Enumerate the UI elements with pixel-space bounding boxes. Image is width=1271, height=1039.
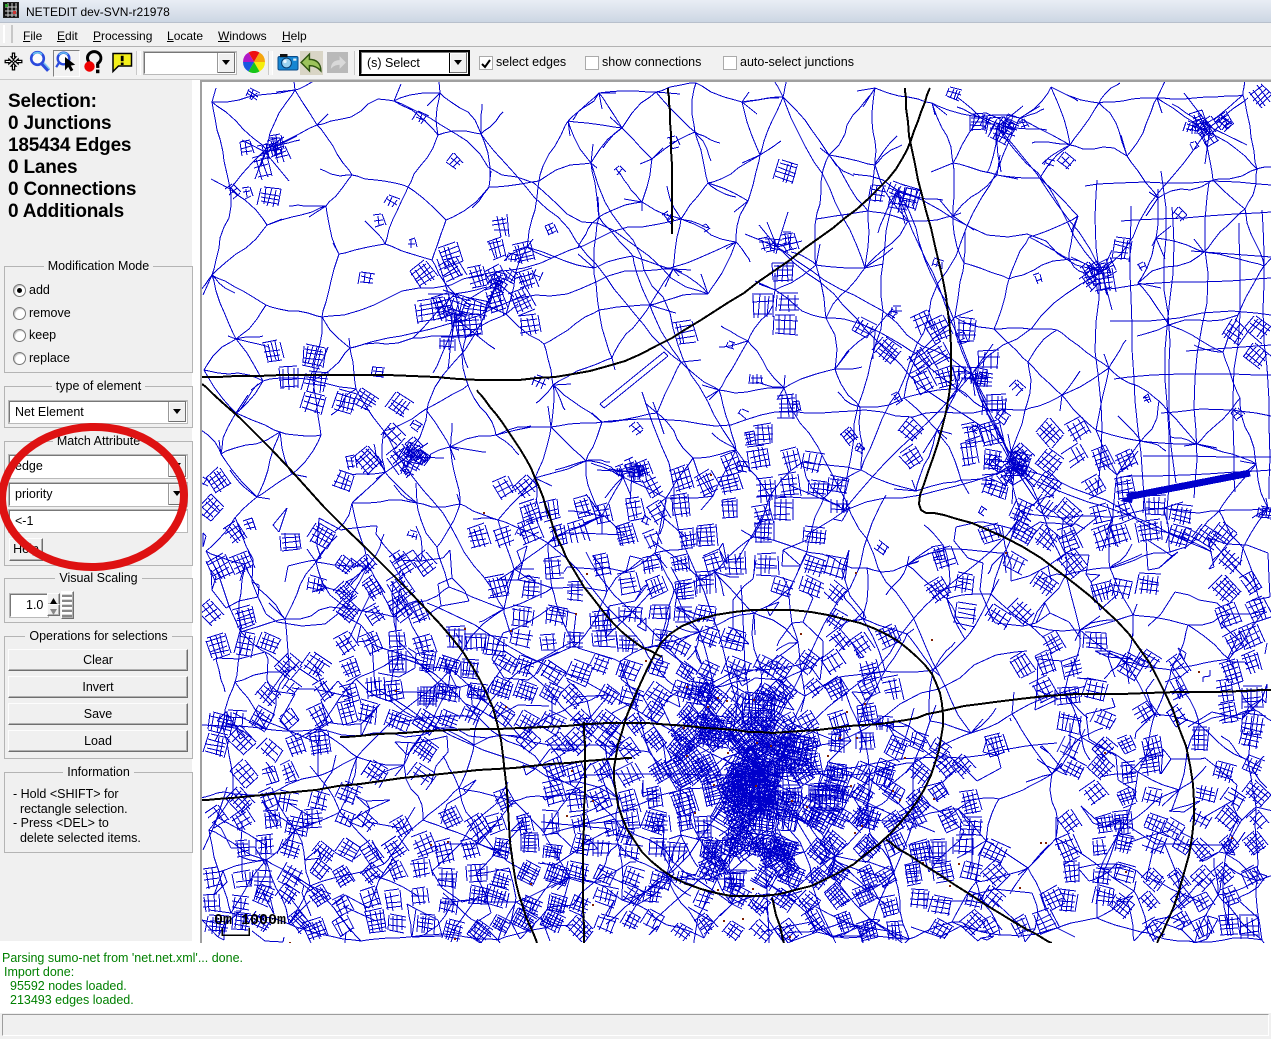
svg-text:0m 1000m: 0m 1000m [214,912,286,929]
